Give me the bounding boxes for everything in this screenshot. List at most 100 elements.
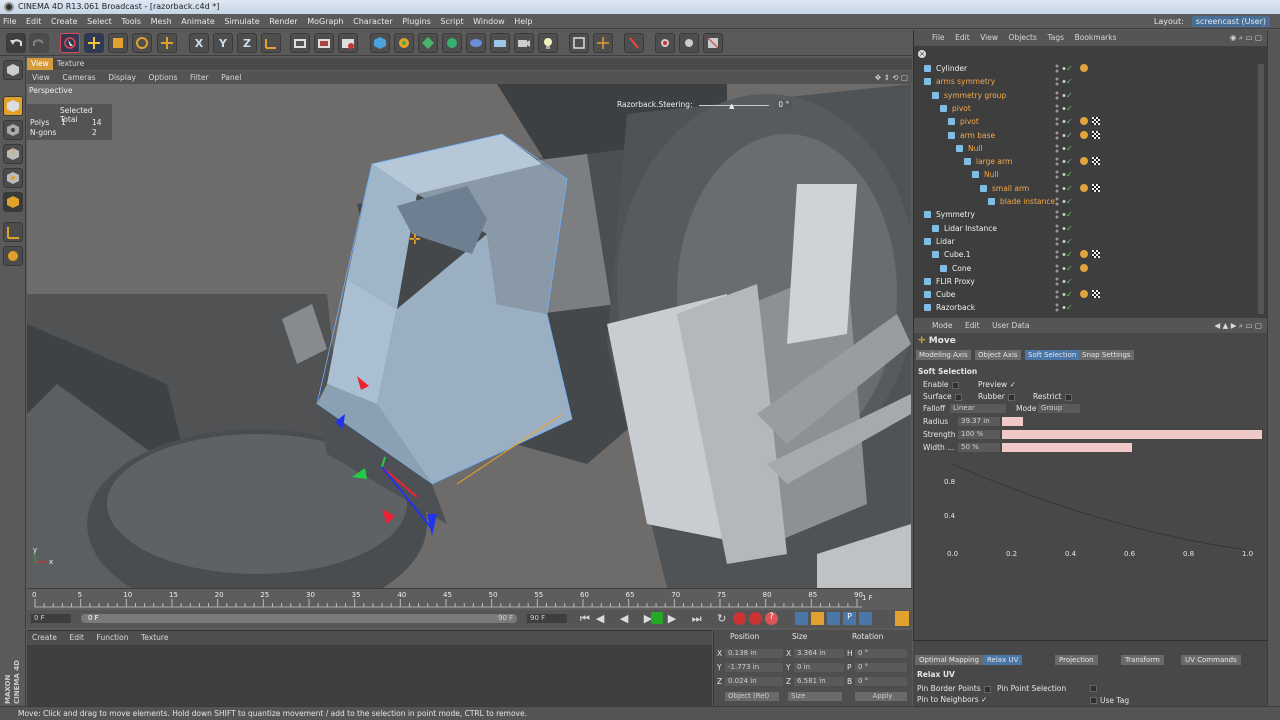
keyframe-selection-icon[interactable]: ? (765, 612, 778, 625)
play-button-icon[interactable] (651, 612, 663, 624)
use-tag-checkbox[interactable] (1090, 697, 1097, 704)
object-name[interactable]: Cube (936, 288, 955, 301)
enabled-check-icon[interactable]: ✓ (1066, 168, 1073, 181)
menu-character[interactable]: Character (353, 17, 393, 26)
object-row[interactable]: FLIR Proxy ✓ (914, 275, 1254, 288)
tab-object-axis[interactable]: Object Axis (975, 350, 1021, 360)
object-name[interactable]: blade instance (1000, 195, 1055, 208)
strength-field[interactable]: 100 % (958, 430, 1000, 439)
array-icon[interactable] (418, 33, 438, 53)
move-tool-icon[interactable] (84, 33, 104, 53)
enable-checkbox[interactable] (951, 381, 959, 389)
model-mode-icon[interactable] (3, 96, 23, 116)
enabled-check-icon[interactable]: ✓ (1066, 129, 1073, 142)
preview-checkbox[interactable]: ✓ (1010, 380, 1016, 389)
scale-key-icon[interactable] (811, 612, 824, 625)
object-row[interactable]: symmetry group ✓ (914, 89, 1254, 102)
object-row[interactable]: Razorback ✓ (914, 301, 1254, 314)
viewport-menu-cameras[interactable]: Cameras (62, 73, 95, 82)
enabled-check-icon[interactable]: ✓ (1066, 195, 1073, 208)
tab-view[interactable]: View (27, 58, 53, 70)
recent-tools-icon[interactable] (157, 33, 177, 53)
axis-mode-icon[interactable] (3, 144, 23, 164)
checker-tag-icon[interactable] (1092, 290, 1100, 299)
radius-slider[interactable] (1002, 417, 1023, 426)
menu-select[interactable]: Select (87, 17, 112, 26)
om-menu-view[interactable]: View (980, 33, 998, 42)
deformer-icon[interactable] (466, 33, 486, 53)
om-window-icons[interactable]: ◉ ⌕ ▭ ▢ (1230, 30, 1262, 46)
redo-icon[interactable] (29, 33, 49, 53)
falloff-dropdown[interactable]: Linear (950, 404, 1006, 413)
menu-file[interactable]: File (3, 17, 16, 26)
falloff-curve-graph[interactable]: 0.8 0.4 0.0 0.2 0.4 0.6 0.8 1.0 (944, 458, 1260, 558)
menu-animate[interactable]: Animate (181, 17, 215, 26)
object-name[interactable]: pivot (952, 102, 971, 115)
enabled-check-icon[interactable]: ✓ (1066, 208, 1073, 221)
viewport-menu-panel[interactable]: Panel (221, 73, 241, 82)
render-view-icon[interactable] (290, 33, 310, 53)
coordinate-system-icon[interactable] (261, 33, 281, 53)
checker-tag-icon[interactable] (1092, 183, 1100, 192)
max-frame-field[interactable]: 90 F (527, 614, 567, 623)
object-name[interactable]: Lidar Instance (944, 222, 997, 235)
checker-tag-icon[interactable] (1092, 157, 1100, 166)
restrict-checkbox[interactable] (1064, 393, 1072, 401)
menu-mesh[interactable]: Mesh (151, 17, 172, 26)
phong-tag-icon[interactable] (1080, 117, 1088, 126)
tab-projection[interactable]: Projection (1055, 655, 1098, 665)
object-row[interactable]: Symmetry ✓ (914, 208, 1254, 221)
object-name[interactable]: Razorback (936, 301, 975, 314)
object-row[interactable]: Cone ✓ (914, 262, 1254, 275)
viewport-menu-filter[interactable]: Filter (190, 73, 209, 82)
steering-hud[interactable]: Razorback.Steering: ▲ 0 ° (617, 100, 793, 110)
render-settings-icon[interactable] (338, 33, 358, 53)
steering-slider[interactable]: ▲ (699, 102, 769, 110)
texture-mode-icon[interactable] (3, 120, 23, 140)
record-icon[interactable] (733, 612, 746, 625)
enabled-check-icon[interactable]: ✓ (1066, 89, 1073, 102)
pin-border-checkbox[interactable] (983, 685, 991, 693)
enabled-check-icon[interactable]: ✓ (1066, 102, 1073, 115)
material-menu-create[interactable]: Create (32, 633, 57, 642)
object-row[interactable]: arms symmetry ✓ (914, 75, 1254, 88)
surface-checkbox[interactable] (954, 393, 962, 401)
radius-field[interactable]: 39.37 in (958, 417, 1000, 426)
autokey-icon[interactable] (749, 612, 762, 625)
undo-icon[interactable] (6, 33, 26, 53)
live-selection-icon[interactable] (60, 33, 80, 53)
object-name[interactable]: FLIR Proxy (936, 275, 975, 288)
timeline-menu-icon[interactable] (895, 611, 909, 626)
checker-tag-icon[interactable] (1092, 250, 1100, 259)
range-end-field[interactable]: 90 F (495, 614, 515, 623)
enabled-check-icon[interactable]: ✓ (1066, 182, 1073, 195)
object-row[interactable]: pivot ✓ (914, 115, 1254, 128)
pin-neighbors-checkbox[interactable]: ✓ (981, 695, 987, 704)
tab-texture[interactable]: Texture (53, 58, 88, 70)
attr-nav-icons[interactable]: ◀ ▲ ▶ ⌕ ▭ ▢ (1214, 318, 1262, 333)
object-name[interactable]: arms symmetry (936, 75, 995, 88)
polygons-mode-icon[interactable] (703, 33, 723, 53)
subdivision-surface-icon[interactable] (394, 33, 414, 53)
mode-dropdown[interactable]: Group (1038, 404, 1080, 413)
object-row[interactable]: blade instance ✓ (914, 195, 1254, 208)
coord-pos-z[interactable]: 0.024 in (725, 677, 783, 686)
object-row[interactable]: Cylinder ✓ (914, 62, 1254, 75)
enabled-check-icon[interactable]: ✓ (1066, 115, 1073, 128)
enabled-check-icon[interactable]: ✓ (1066, 62, 1073, 75)
object-row[interactable]: large arm ✓ (914, 155, 1254, 168)
object-name[interactable]: Symmetry (936, 208, 975, 221)
polygon-mode-icon[interactable] (3, 192, 23, 212)
cube-primitive-icon[interactable] (370, 33, 390, 53)
workplane-icon[interactable] (593, 33, 613, 53)
tab-soft-selection[interactable]: Soft Selection (1025, 350, 1080, 360)
material-menu-edit[interactable]: Edit (69, 633, 84, 642)
object-row[interactable]: Lidar Instance ✓ (914, 222, 1254, 235)
om-menu-bookmarks[interactable]: Bookmarks (1075, 33, 1117, 42)
tab-relax-uv[interactable]: Relax UV (983, 655, 1023, 665)
enabled-check-icon[interactable]: ✓ (1066, 75, 1073, 88)
object-name[interactable]: symmetry group (944, 89, 1006, 102)
enabled-check-icon[interactable]: ✓ (1066, 235, 1073, 248)
object-row[interactable]: Null ✓ (914, 168, 1254, 181)
om-scrollbar[interactable] (1258, 64, 1264, 314)
